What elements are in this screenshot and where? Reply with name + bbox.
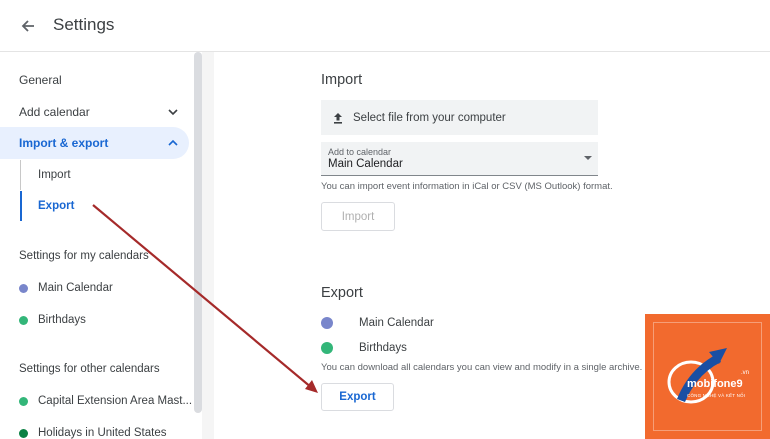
import-button[interactable]: Import: [321, 202, 395, 231]
import-help-text: You can import event information in iCal…: [321, 181, 613, 192]
calendar-label: Holidays in United States: [38, 427, 167, 439]
chevron-up-icon: [168, 139, 178, 146]
export-calendar-main: Main Calendar: [321, 313, 434, 333]
calendar-label: Birthdays: [38, 314, 86, 326]
export-button[interactable]: Export: [321, 383, 394, 411]
calendar-color-dot: [321, 342, 333, 354]
sidebar-item-add-calendar[interactable]: Add calendar: [0, 96, 189, 128]
calendar-color-dot: [321, 317, 333, 329]
sidebar-subitem-export[interactable]: Export: [20, 191, 180, 221]
select-file-label: Select file from your computer: [353, 111, 506, 124]
upload-icon: [334, 112, 342, 124]
calendar-label: Main Calendar: [359, 317, 434, 329]
calendar-color-dot: [19, 283, 28, 293]
calendar-label: Capital Extension Area Mast...: [38, 395, 193, 407]
watermark-domain: .vn: [741, 370, 750, 376]
sidebar-subitem-label: Export: [38, 200, 75, 212]
sidebar-subitem-import[interactable]: Import: [20, 160, 180, 190]
dropdown-arrow-icon: [584, 156, 592, 160]
sidebar-item-label: General: [19, 73, 62, 87]
watermark-tagline: CÔNG NGHỆ VÀ KẾT NỐI: [687, 393, 746, 398]
chevron-down-icon: [168, 109, 178, 116]
add-to-calendar-select[interactable]: Add to calendar Main Calendar: [321, 142, 598, 176]
export-help-text: You can download all calendars you can v…: [321, 362, 643, 373]
import-heading: Import: [321, 72, 363, 88]
sidebar-calendar-main[interactable]: Main Calendar: [0, 274, 195, 302]
calendar-label: Main Calendar: [38, 282, 113, 294]
add-to-calendar-value: Main Calendar: [328, 158, 403, 170]
sidebar-calendar-holidays[interactable]: Holidays in United States: [0, 419, 195, 439]
sidebar-item-import-export[interactable]: Import & export: [0, 127, 189, 159]
sidebar-item-label: Import & export: [19, 136, 109, 150]
export-heading: Export: [321, 285, 363, 301]
content-gutter: [202, 52, 214, 439]
arrow-back-icon: [21, 20, 34, 32]
settings-sidebar: General Add calendar Import & export Imp…: [0, 53, 200, 439]
top-bar: Settings: [0, 0, 770, 52]
watermark-name: mobifone9: [687, 378, 743, 390]
my-calendars-heading: Settings for my calendars: [19, 250, 149, 262]
calendar-color-dot: [19, 315, 28, 325]
other-calendars-heading: Settings for other calendars: [19, 363, 160, 375]
export-button-label: Export: [339, 391, 376, 403]
calendar-color-dot: [19, 428, 28, 438]
import-button-label: Import: [341, 210, 375, 223]
calendar-color-dot: [19, 396, 28, 406]
watermark-logo: .vn mobifone9 CÔNG NGHỆ VÀ KẾT NỐI: [645, 314, 770, 439]
sidebar-calendar-birthdays[interactable]: Birthdays: [0, 306, 195, 334]
page-title: Settings: [53, 15, 115, 34]
select-file-button[interactable]: Select file from your computer: [321, 100, 598, 135]
export-calendar-birthdays: Birthdays: [321, 338, 407, 358]
add-to-calendar-label: Add to calendar: [328, 147, 392, 157]
sidebar-subitem-label: Import: [38, 169, 71, 181]
calendar-label: Birthdays: [359, 342, 407, 354]
sidebar-calendar-capital-extension[interactable]: Capital Extension Area Mast...: [0, 387, 195, 415]
sidebar-scrollbar[interactable]: [194, 52, 202, 413]
sidebar-item-general[interactable]: General: [0, 64, 189, 96]
sidebar-item-label: Add calendar: [19, 105, 90, 119]
back-button[interactable]: [14, 12, 42, 40]
